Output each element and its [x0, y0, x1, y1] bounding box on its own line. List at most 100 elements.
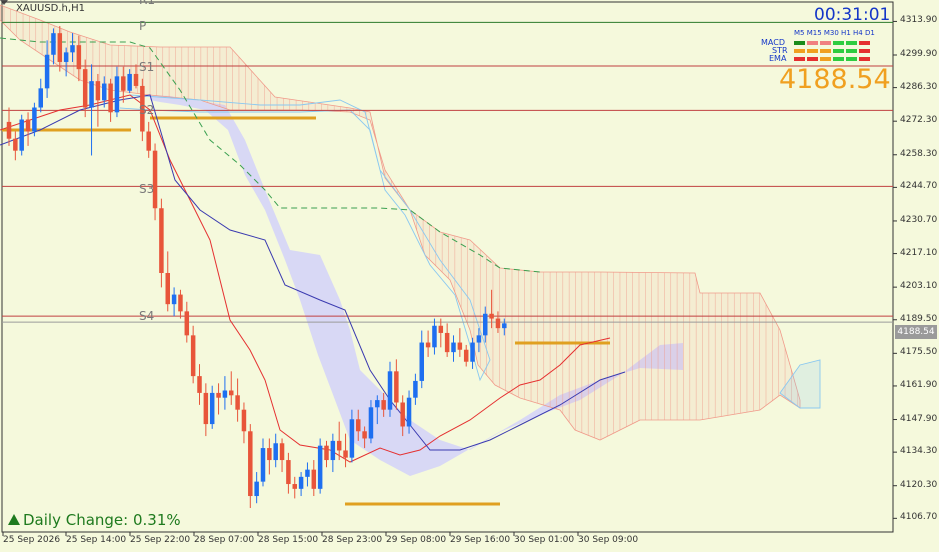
candle-body [127, 73, 132, 91]
candle-body [292, 484, 297, 489]
candle-body [267, 448, 272, 461]
chart-window[interactable]: XAUUSD.h,H1 00:31:01 M5 M15 M30 H1 H4 D1… [0, 0, 939, 552]
y-axis-label: 4106.70 [900, 512, 938, 523]
candle-body [451, 342, 456, 353]
pivot-label: R1 [139, 0, 155, 7]
indicator-signal-box [794, 41, 805, 45]
candle-body [343, 450, 348, 458]
daily-change-text: Daily Change: 0.31% [23, 511, 181, 529]
candle-body [400, 402, 405, 427]
indicator-signal-box [846, 49, 857, 53]
candle-body [222, 390, 228, 398]
countdown-clock: 00:31:01 [814, 5, 891, 25]
candle-body [419, 342, 424, 381]
daily-change: Daily Change: 0.31% [8, 511, 181, 529]
y-axis-label: 4286.30 [900, 81, 938, 92]
candle-body [432, 325, 437, 348]
candle-body [248, 431, 253, 497]
candle-body [171, 294, 177, 305]
pivot-label: S1 [139, 59, 155, 74]
candle-body [13, 138, 18, 151]
candle-body [463, 349, 469, 362]
candle-body [362, 431, 367, 439]
symbol-label: XAUUSD.h,H1 [16, 3, 85, 14]
x-axis-label: 28 Sep 23:00 [322, 535, 383, 545]
candle-body [57, 33, 63, 62]
y-axis-label: 4120.30 [900, 479, 938, 490]
pivot-label: S4 [139, 309, 155, 324]
candle-body [82, 69, 88, 108]
indicator-signal-box [859, 57, 870, 61]
candle-body [336, 440, 342, 451]
candle-body [368, 407, 374, 439]
y-axis-label: 4272.30 [900, 115, 938, 126]
indicator-signal-box [859, 49, 870, 53]
candle-body [190, 335, 196, 377]
candle-body [51, 33, 56, 55]
candle-body [260, 448, 266, 482]
candle-body [489, 313, 494, 319]
candle-body [356, 419, 361, 432]
candle-body [387, 371, 393, 410]
candle-body [76, 45, 82, 70]
candle-body [375, 400, 380, 408]
indicator-signal-box [794, 57, 805, 61]
candle-body [502, 323, 507, 329]
x-axis-label: 29 Sep 16:00 [450, 535, 511, 545]
candle-body [425, 342, 431, 348]
candle-body [102, 83, 107, 101]
candle-body [317, 445, 323, 489]
x-axis-label: 25 Sep 22:00 [130, 535, 191, 545]
candle-body [146, 131, 151, 151]
x-axis-label: 29 Sep 08:00 [386, 535, 447, 545]
y-axis-label: 4203.10 [900, 281, 938, 292]
x-axis-label: 28 Sep 15:00 [258, 535, 319, 545]
candle-body [184, 311, 190, 336]
candle-body [108, 83, 113, 113]
candle-body [229, 390, 234, 396]
pivot-label: S2 [139, 102, 155, 117]
candle-body [279, 443, 285, 461]
indicator-signal-box [820, 49, 831, 53]
candle-body [470, 342, 475, 362]
candle-body [44, 54, 50, 89]
candle-body [483, 313, 488, 336]
candle-body [349, 419, 355, 458]
pivot-label: S3 [139, 182, 155, 197]
x-axis-label: 25 Sep 14:00 [66, 535, 127, 545]
y-axis-label: 4175.50 [900, 347, 938, 358]
candle-body [178, 294, 183, 312]
candle-body [197, 376, 202, 393]
indicator-signal-box [820, 41, 831, 45]
y-axis-label: 4230.70 [900, 214, 938, 225]
candle-body [89, 81, 94, 108]
candle-body [495, 318, 501, 329]
candle-body [95, 81, 101, 101]
candle-body [413, 380, 418, 398]
candle-body [286, 460, 291, 485]
x-axis-label: 25 Sep 2026 [3, 535, 61, 545]
candle-body [121, 76, 126, 91]
candle-body [438, 325, 444, 333]
candle-body [394, 371, 399, 403]
candle-body [406, 397, 412, 427]
y-axis-label: 4258.30 [900, 148, 938, 159]
kumo-cloud-bear [0, 4, 801, 441]
candle-body [38, 88, 43, 108]
candle-body [298, 476, 304, 489]
pivot-label: P [139, 18, 147, 33]
candle-body [165, 272, 170, 305]
candle-body [209, 392, 215, 425]
x-axis-label: 28 Sep 07:00 [194, 535, 255, 545]
candle-body [273, 443, 278, 461]
candle-body [32, 107, 37, 132]
y-axis-label: 4134.30 [900, 446, 938, 457]
candle-body [305, 469, 310, 477]
indicator-signal-box [833, 57, 844, 61]
candle-body [324, 445, 329, 461]
y-axis-label: 4189.50 [900, 313, 938, 324]
indicator-signal-box [846, 41, 857, 45]
indicator-signal-box [859, 41, 870, 45]
candle-body [152, 150, 158, 209]
x-axis-label: 30 Sep 01:00 [514, 535, 575, 545]
